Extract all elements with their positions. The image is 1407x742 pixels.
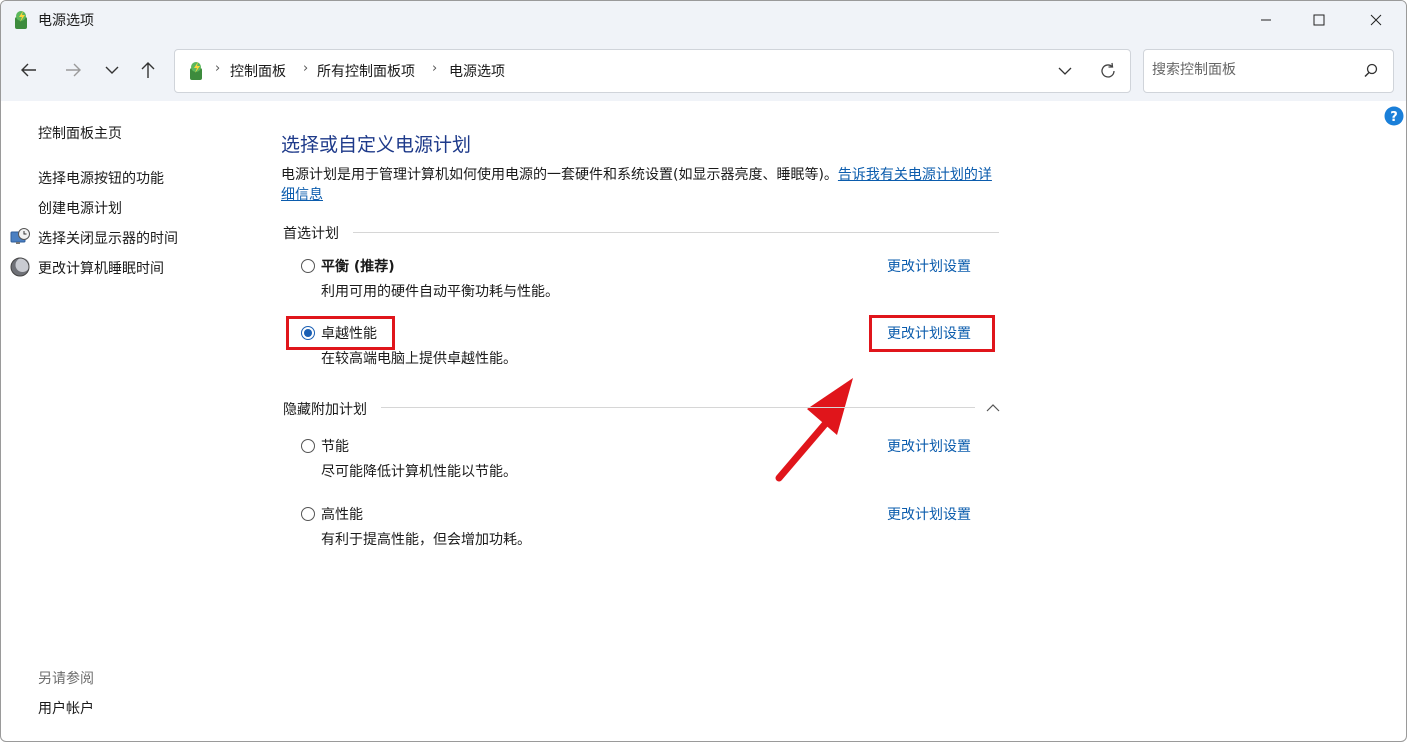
- sidebar-item-display-off-time[interactable]: 选择关闭显示器的时间: [38, 228, 178, 248]
- window-title: 电源选项: [38, 13, 94, 29]
- minimize-icon: [1261, 19, 1271, 21]
- plan-power-saver-desc: 尽可能降低计算机性能以节能。: [321, 464, 517, 480]
- recent-locations-button[interactable]: [97, 55, 127, 85]
- chevron-down-icon: [105, 66, 119, 74]
- breadcrumb-separator: ›: [215, 61, 221, 76]
- breadcrumb-control-panel[interactable]: 控制面板: [230, 61, 286, 81]
- sidebar-item-create-plan[interactable]: 创建电源计划: [38, 198, 122, 218]
- arrow-up-icon: [141, 62, 155, 78]
- breadcrumb-all-items[interactable]: 所有控制面板项: [317, 61, 415, 81]
- divider: [353, 232, 999, 233]
- see-also-title: 另请参阅: [38, 671, 94, 687]
- moon-icon: [10, 257, 30, 277]
- see-also-user-accounts[interactable]: 用户帐户: [38, 698, 94, 718]
- page-description: 电源计划是用于管理计算机如何使用电源的一套硬件和系统设置(如显示器亮度、睡眠等)…: [281, 165, 1001, 205]
- close-icon: [1370, 14, 1382, 26]
- plan-high-performance-change-link[interactable]: 更改计划设置: [887, 504, 971, 524]
- search-input[interactable]: [1152, 60, 1352, 80]
- plan-high-performance-name[interactable]: 高性能: [321, 504, 363, 524]
- plan-power-saver-change-link[interactable]: 更改计划设置: [887, 436, 971, 456]
- back-button[interactable]: [14, 55, 44, 85]
- plan-ultimate-desc: 在较高端电脑上提供卓越性能。: [321, 351, 517, 367]
- forward-button[interactable]: [58, 55, 88, 85]
- chevron-up-icon[interactable]: [986, 401, 1000, 415]
- plan-ultimate-radio[interactable]: [301, 326, 315, 340]
- sidebar-item-power-buttons[interactable]: 选择电源按钮的功能: [38, 168, 164, 188]
- arrow-left-icon: [21, 63, 36, 77]
- minimize-button[interactable]: [1243, 1, 1289, 39]
- divider: [381, 407, 975, 408]
- description-text: 电源计划是用于管理计算机如何使用电源的一套硬件和系统设置(如显示器亮度、睡眠等)…: [281, 167, 838, 183]
- search-icon[interactable]: [1362, 62, 1380, 80]
- plan-balanced-change-link[interactable]: 更改计划设置: [887, 256, 971, 276]
- plan-balanced-desc: 利用可用的硬件自动平衡功耗与性能。: [321, 284, 559, 300]
- control-panel-icon: [190, 62, 202, 80]
- sidebar-control-panel-home[interactable]: 控制面板主页: [38, 123, 122, 143]
- power-options-app-icon: [15, 11, 27, 29]
- power-options-window: 电源选项 › 控制面板 › 所有控制面板项 › 电源选项 搜索控制面板 ? 控制…: [0, 0, 1407, 742]
- monitor-clock-icon: [10, 228, 30, 244]
- help-icon[interactable]: ?: [1384, 106, 1404, 126]
- page-title: 选择或自定义电源计划: [281, 134, 472, 156]
- refresh-icon[interactable]: [1097, 60, 1119, 82]
- plan-power-saver-radio[interactable]: [301, 439, 315, 453]
- plan-balanced-radio[interactable]: [301, 259, 315, 273]
- plan-power-saver-name[interactable]: 节能: [321, 436, 349, 456]
- arrow-right-icon: [66, 63, 81, 77]
- maximize-icon: [1313, 14, 1325, 26]
- breadcrumb-separator: ›: [303, 61, 309, 76]
- annotation-arrow: [775, 378, 853, 482]
- breadcrumb-power-options[interactable]: 电源选项: [449, 61, 505, 81]
- plan-ultimate-change-link[interactable]: 更改计划设置: [887, 323, 971, 343]
- close-button[interactable]: [1353, 1, 1399, 39]
- hidden-plans-label[interactable]: 隐藏附加计划: [283, 399, 367, 419]
- plan-ultimate-name[interactable]: 卓越性能: [321, 323, 377, 343]
- navigation-bar: › 控制面板 › 所有控制面板项 › 电源选项: [1, 39, 1406, 101]
- search-box[interactable]: [1143, 49, 1394, 93]
- maximize-button[interactable]: [1296, 1, 1342, 39]
- plan-balanced-name[interactable]: 平衡 (推荐): [321, 256, 395, 276]
- svg-text:?: ?: [1390, 110, 1398, 125]
- breadcrumb-separator: ›: [432, 61, 438, 76]
- address-dropdown-icon[interactable]: [1055, 62, 1075, 80]
- preferred-plans-label: 首选计划: [283, 226, 339, 242]
- plan-high-performance-radio[interactable]: [301, 507, 315, 521]
- sidebar-item-sleep-time[interactable]: 更改计算机睡眠时间: [38, 258, 164, 278]
- title-bar: 电源选项: [1, 1, 1406, 39]
- plan-high-performance-desc: 有利于提高性能，但会增加功耗。: [321, 532, 531, 548]
- up-button[interactable]: [133, 55, 163, 85]
- address-bar[interactable]: › 控制面板 › 所有控制面板项 › 电源选项: [174, 49, 1131, 93]
